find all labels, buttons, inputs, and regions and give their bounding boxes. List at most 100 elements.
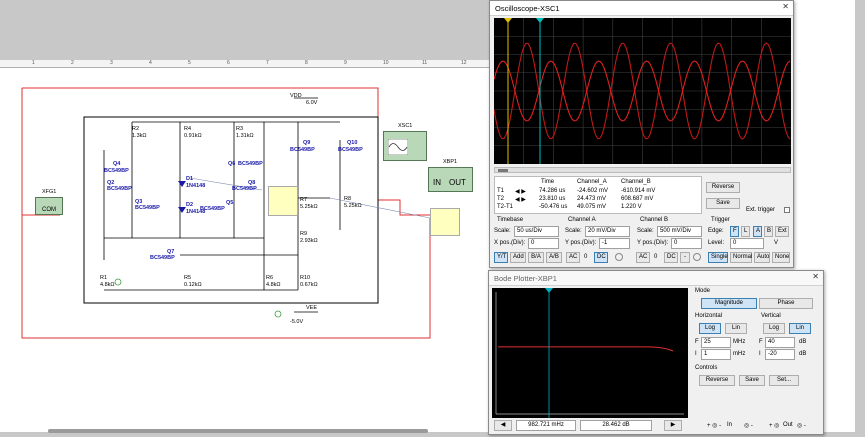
trigger-level-field[interactable]: 0 — [730, 238, 764, 249]
oscilloscope-window: Oscilloscope-XSC1 ✕ Time Channel_A Chann… — [489, 0, 794, 268]
r6-label[interactable]: R6 — [266, 275, 273, 282]
channel-a-dc-button[interactable]: DC — [594, 252, 608, 263]
save-button[interactable]: Save — [706, 198, 740, 209]
channel-a-input-icon[interactable] — [615, 253, 623, 261]
oscilloscope-icon[interactable] — [383, 131, 427, 161]
bode-titlebar[interactable]: Bode Plotter-XBP1 ✕ — [489, 271, 823, 286]
horizontal-heading: Horizontal — [695, 313, 723, 319]
channel-b-zero[interactable]: 0 — [654, 254, 657, 260]
function-generator-icon[interactable]: COM — [35, 197, 63, 215]
q9-label[interactable]: Q9 — [303, 140, 310, 147]
channel-b-ypos-label: Y pos.(Div): — [637, 240, 669, 246]
single-button[interactable]: Single — [708, 252, 728, 263]
cursor-left-button[interactable]: ◀ — [494, 420, 512, 431]
timebase-xpos-field[interactable]: 0 — [528, 238, 559, 249]
bode-screen[interactable] — [492, 288, 688, 418]
bode-in-label: In — [727, 422, 733, 428]
channel-a-ypos-field[interactable]: -1 — [599, 238, 630, 249]
magnitude-button[interactable]: Magnitude — [701, 298, 757, 309]
trigger-source-a-button[interactable]: A — [753, 226, 762, 237]
ab-button[interactable]: A/B — [546, 252, 562, 263]
q5-label[interactable]: Q5 — [226, 200, 233, 207]
bode-out-minus-icon[interactable]: ◎ - — [797, 422, 806, 429]
r1-label[interactable]: R1 — [100, 275, 107, 282]
phase-button[interactable]: Phase — [759, 298, 813, 309]
bode-background — [492, 288, 688, 418]
d2-label[interactable]: D2 — [186, 202, 193, 209]
trigger-level-label: Level: — [708, 240, 725, 246]
reading-channel-a: -24.602 mV — [577, 188, 609, 194]
yt-button[interactable]: Y/T — [494, 252, 508, 263]
r9-label[interactable]: R9 — [300, 231, 307, 238]
horizontal-lin-button[interactable]: Lin — [725, 323, 747, 334]
vertical-f-field[interactable]: 40 — [765, 337, 795, 348]
ba-button[interactable]: B/A — [528, 252, 544, 263]
horizontal-log-button[interactable]: Log — [699, 323, 721, 334]
channel-b-ypos-field[interactable]: 0 — [671, 238, 702, 249]
oscilloscope-screen[interactable] — [494, 18, 791, 164]
horizontal-f-field[interactable]: 25 — [701, 337, 731, 348]
channel-a-ac-button[interactable]: AC — [566, 252, 580, 263]
channel-b-input-icon[interactable] — [693, 253, 701, 261]
auto-button[interactable]: Auto — [754, 252, 770, 263]
r9-value: 2.93kΩ — [300, 238, 318, 244]
probe-note-1[interactable] — [268, 186, 298, 216]
none-button[interactable]: None — [772, 252, 790, 263]
bode-set-button[interactable]: Set... — [769, 375, 799, 386]
cursor-arrows-icon[interactable]: ◀ ▶ — [515, 188, 526, 195]
scope-scrollbar[interactable] — [494, 167, 791, 173]
timebase-scale-field[interactable]: 50 us/Div — [514, 226, 559, 237]
bode-in-minus-icon[interactable]: ◎ - — [744, 422, 753, 429]
cursor-right-button[interactable]: ▶ — [664, 420, 682, 431]
side-scrollbar[interactable] — [855, 0, 865, 437]
horizontal-i-field[interactable]: 1 — [701, 349, 731, 360]
cursor-readings: Time Channel_A Channel_B T1 ◀ ▶ 74.286 us -… — [494, 176, 702, 214]
r5-label[interactable]: R5 — [184, 275, 191, 282]
q10-label[interactable]: Q10 — [347, 140, 357, 147]
add-button[interactable]: Add — [510, 252, 526, 263]
oscilloscope-titlebar[interactable]: Oscilloscope-XSC1 ✕ — [490, 1, 793, 16]
channel-b-scale-field[interactable]: 500 mV/Div — [657, 226, 702, 237]
reading-label: T1 — [497, 188, 505, 194]
r8-label[interactable]: R8 — [344, 196, 351, 203]
vertical-lin-button[interactable]: Lin — [789, 323, 811, 334]
r2-label[interactable]: R2 — [132, 126, 139, 133]
channel-a-zero[interactable]: 0 — [584, 254, 587, 260]
d1-label[interactable]: D1 — [186, 176, 193, 183]
r10-label[interactable]: R10 — [300, 275, 310, 282]
bode-save-button[interactable]: Save — [739, 375, 765, 386]
trigger-source-b-button[interactable]: B — [764, 226, 773, 237]
q6-label[interactable]: Q6 — [228, 161, 235, 168]
r3-label[interactable]: R3 — [236, 126, 243, 133]
r7-label[interactable]: R7 — [300, 197, 307, 204]
cursor-arrows-icon[interactable]: ◀ ▶ — [515, 196, 526, 203]
bode-reverse-button[interactable]: Reverse — [699, 375, 735, 386]
close-icon[interactable]: ✕ — [782, 2, 789, 11]
channel-b-minus-button[interactable]: - — [680, 252, 690, 263]
bode-plotter-icon[interactable]: IN OUT — [428, 167, 473, 192]
q4-label[interactable]: Q4 — [113, 161, 120, 168]
ext-trigger-checkbox[interactable] — [784, 207, 790, 213]
q4-model: BC549BP — [104, 168, 129, 174]
trigger-source-ext-button[interactable]: Ext — [775, 226, 789, 237]
edge-rising-button[interactable]: F — [730, 226, 739, 237]
probe-note-2[interactable] — [430, 208, 460, 236]
edge-falling-button[interactable]: L — [741, 226, 750, 237]
bode-in-plus-icon[interactable]: + ◎ - — [707, 422, 721, 429]
channel-b-ac-button[interactable]: AC — [636, 252, 650, 263]
reverse-button[interactable]: Reverse — [706, 182, 740, 193]
mode-heading: Mode — [695, 288, 711, 294]
bode-out-plus-icon[interactable]: + ◎ — [769, 422, 779, 429]
channel-a-scale-field[interactable]: 20 mV/Div — [585, 226, 630, 237]
channel-b-heading: Channel B — [640, 217, 669, 223]
col-channel-a: Channel_A — [577, 179, 607, 185]
bode-close-icon[interactable]: ✕ — [812, 272, 819, 281]
q8-model: BC549BP — [232, 186, 257, 192]
vertical-log-button[interactable]: Log — [763, 323, 785, 334]
normal-button[interactable]: Normal — [730, 252, 752, 263]
vertical-i-field[interactable]: -20 — [765, 349, 795, 360]
magnitude-readout: 28.462 dB — [580, 420, 652, 431]
r4-label[interactable]: R4 — [184, 126, 191, 133]
channel-b-dc-button[interactable]: DC — [664, 252, 678, 263]
scope-scroll-thumb[interactable] — [498, 169, 508, 172]
